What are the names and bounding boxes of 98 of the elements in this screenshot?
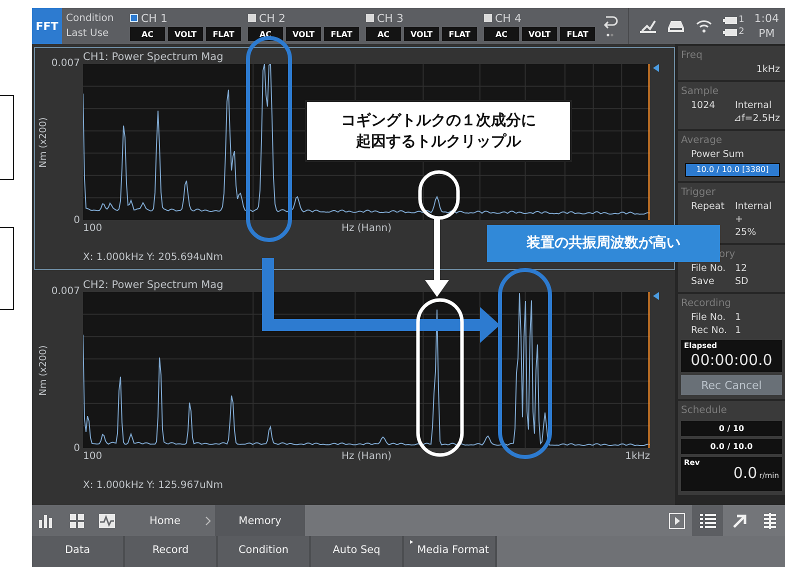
axis-label: Hz (Hann) [341, 450, 392, 462]
setting-label: Rec No. [691, 324, 728, 337]
channel-label: CH 3 [377, 12, 404, 24]
setting-value: + [734, 213, 744, 226]
marker-icon[interactable] [653, 292, 659, 300]
waveform-icon[interactable] [99, 514, 115, 528]
setting-button[interactable]: AC [366, 27, 401, 41]
bar-chart-icon[interactable] [39, 514, 55, 528]
cursor-readout: X: 1.000kHz Y: 125.967uNm [83, 480, 224, 493]
setting-value: ⊿f=2.5Hz [732, 112, 781, 125]
clock-text: 1:04 [754, 11, 779, 26]
setting-label: File No. [691, 311, 727, 324]
speed-value: 0.0 [733, 467, 758, 480]
menu-tab[interactable]: Record [125, 536, 218, 567]
setting-button[interactable]: VOLT [404, 27, 439, 41]
setting-value: 1kHz [755, 63, 781, 76]
setting-value: 1 [735, 311, 742, 324]
setting-button[interactable]: FLAT [324, 27, 359, 41]
menu-tab[interactable]: Media Format [404, 536, 497, 567]
section-title: Sample [681, 85, 718, 99]
chart-title: CH2: Power Spectrum Mag [83, 279, 224, 291]
cursor-readout: X: 1.000kHz Y: 205.694uNm [83, 252, 224, 265]
battery-number: 2 [738, 27, 744, 37]
setting-label: 1024 [691, 99, 716, 112]
callout-label: コギングトルクの１次成分に 起因するトルクリップル [305, 100, 572, 162]
menu-tab[interactable]: Auto Seq [311, 536, 404, 567]
list-icon[interactable] [700, 512, 716, 528]
setting-button[interactable]: AC [130, 27, 165, 41]
timer-value: 00:00:00.0 [690, 350, 774, 370]
setting-button[interactable]: FLAT [206, 27, 241, 41]
channel-checkbox[interactable] [484, 14, 492, 22]
counter-display: 0.0 / 10.0 [681, 439, 782, 454]
tick-label: 0 [74, 443, 80, 454]
channel-checkbox[interactable] [130, 14, 138, 22]
battery-icon [722, 16, 737, 24]
setting-button[interactable]: FLAT [442, 27, 477, 41]
setting-value: 12 [735, 262, 748, 275]
setting-label: Repeat [691, 200, 726, 213]
condition-label: Condition [66, 12, 115, 26]
setting-button[interactable]: VOLT [286, 27, 321, 41]
setting-button[interactable]: VOLT [522, 27, 557, 41]
setting-value: 1 [735, 324, 742, 337]
channel-label: CH 1 [141, 12, 168, 24]
cursor-line[interactable] [648, 292, 650, 448]
setting-value: Internal [735, 99, 773, 112]
channel-label: CH 2 [259, 12, 286, 24]
tick-label: 0.007 [51, 286, 80, 297]
progress-text: 10.0 / 10.0 [3380] [695, 164, 770, 176]
clock-text: PM [758, 26, 775, 41]
channel-checkbox[interactable] [366, 14, 374, 22]
battery-number: 1 [738, 15, 744, 25]
axis-label: Hz (Hann) [341, 222, 392, 234]
section-title: Schedule [681, 404, 727, 418]
axis-label: Nm (x200) [38, 116, 48, 168]
setting-button[interactable]: VOLT [168, 27, 203, 41]
arrow-icon[interactable] [730, 512, 746, 528]
setting-label: File No. [691, 262, 727, 275]
section-title: Trigger [681, 186, 716, 200]
tick-label: 1kHz [625, 450, 650, 462]
return-icon[interactable] [602, 13, 618, 39]
tick-label: 100 [83, 450, 104, 462]
battery-icon [722, 28, 737, 36]
axis-label: Nm (x200) [38, 344, 48, 396]
channel-label: CH 4 [495, 12, 522, 24]
highlight-ring [418, 170, 460, 220]
tick-label: 0.007 [51, 58, 80, 69]
setting-button[interactable]: AC [484, 27, 519, 41]
stack-icon[interactable] [762, 512, 778, 528]
section-title: Average [681, 134, 722, 148]
mode-label: FFT [32, 8, 62, 44]
play-icon[interactable] [668, 512, 684, 528]
setting-button[interactable]: FLAT [560, 27, 595, 41]
setting-value: Internal [735, 200, 773, 213]
breadcrumb-item[interactable]: Home [129, 505, 201, 536]
chart-title: CH1: Power Spectrum Mag [83, 51, 224, 63]
tick-label: 0 [74, 215, 80, 226]
drive-icon[interactable] [666, 19, 685, 33]
setting-value: Power Sum [690, 148, 746, 161]
marker-icon[interactable] [653, 64, 659, 72]
breadcrumb-item[interactable]: Memory [215, 505, 305, 536]
callout-label: 装置の共振周波数が高い [487, 225, 720, 262]
menu-tab[interactable]: Data [32, 536, 125, 567]
expand-icon [410, 539, 414, 545]
condition-value: Last Use [66, 27, 110, 41]
menu-tab[interactable]: Condition [218, 536, 311, 567]
cursor-line[interactable] [648, 64, 650, 220]
counter-display: 0 / 10 [681, 421, 782, 436]
tick-label: 100 [83, 222, 104, 234]
wifi-icon [694, 19, 713, 33]
section-title: ory [719, 248, 736, 262]
chevron-icon [205, 516, 211, 526]
setting-label: Save [691, 275, 716, 288]
channel-checkbox[interactable] [248, 14, 256, 22]
section-title: Recording [681, 297, 732, 311]
grid-icon[interactable] [70, 514, 84, 528]
section-title: Freq [681, 49, 702, 63]
setting-value: SD [735, 275, 750, 288]
setting-value: 25% [734, 226, 758, 239]
